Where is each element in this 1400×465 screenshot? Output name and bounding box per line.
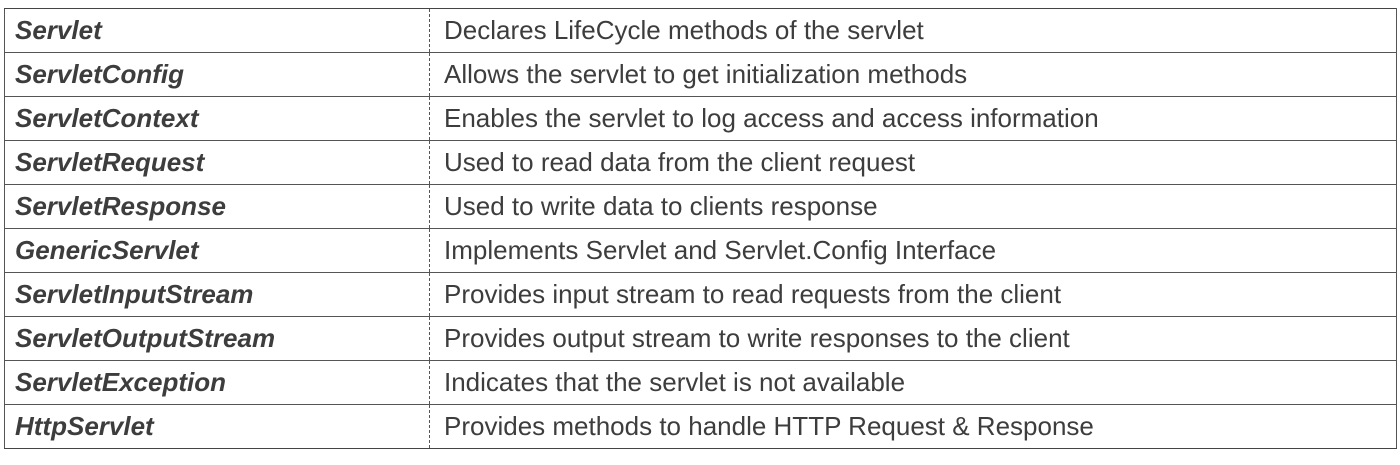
interface-name-cell: HttpServlet [4,404,430,449]
interface-description-cell: Provides output stream to write response… [429,316,1397,361]
table-row: ServletOutputStream Provides output stre… [4,316,1397,361]
interface-description-cell: Indicates that the servlet is not availa… [429,360,1397,405]
interface-name-cell: ServletConfig [4,52,430,97]
interface-name-cell: GenericServlet [4,228,430,273]
table-row: GenericServlet Implements Servlet and Se… [4,228,1397,273]
table-row: ServletContext Enables the servlet to lo… [4,96,1397,141]
interface-name-cell: ServletOutputStream [4,316,430,361]
interface-name-cell: Servlet [4,8,430,53]
interface-description-cell: Implements Servlet and Servlet.Config In… [429,228,1397,273]
table-row: ServletRequest Used to read data from th… [4,140,1397,185]
interface-description-cell: Enables the servlet to log access and ac… [429,96,1397,141]
servlet-interfaces-table: Servlet Declares LifeCycle methods of th… [4,8,1397,449]
table-row: HttpServlet Provides methods to handle H… [4,404,1397,449]
interface-name-cell: ServletContext [4,96,430,141]
interface-description-cell: Provides input stream to read requests f… [429,272,1397,317]
interface-name-cell: ServletRequest [4,140,430,185]
interface-description-cell: Declares LifeCycle methods of the servle… [429,8,1397,53]
interface-description-cell: Used to read data from the client reques… [429,140,1397,185]
table-row: ServletInputStream Provides input stream… [4,272,1397,317]
table-row: ServletResponse Used to write data to cl… [4,184,1397,229]
table-row: ServletException Indicates that the serv… [4,360,1397,405]
interface-name-cell: ServletException [4,360,430,405]
interface-description-cell: Used to write data to clients response [429,184,1397,229]
interface-name-cell: ServletInputStream [4,272,430,317]
interface-name-cell: ServletResponse [4,184,430,229]
interface-description-cell: Allows the servlet to get initialization… [429,52,1397,97]
servlet-interfaces-table-container: Servlet Declares LifeCycle methods of th… [4,8,1397,449]
table-row: ServletConfig Allows the servlet to get … [4,52,1397,97]
interface-description-cell: Provides methods to handle HTTP Request … [429,404,1397,449]
table-row: Servlet Declares LifeCycle methods of th… [4,8,1397,53]
